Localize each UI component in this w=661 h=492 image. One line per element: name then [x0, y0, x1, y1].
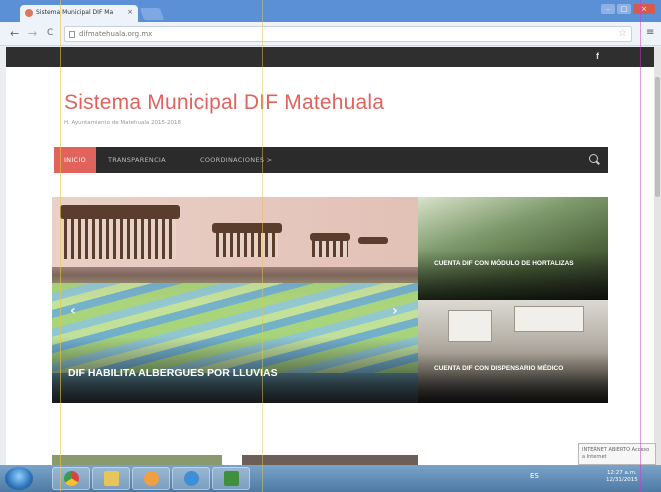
card-shade [418, 353, 608, 403]
reload-button[interactable]: C [47, 28, 53, 38]
window-close-button[interactable]: × [633, 4, 655, 14]
taskbar-app-excel[interactable] [212, 467, 250, 490]
bookmark-star-icon[interactable]: ☆ [618, 28, 627, 39]
bed-headboard-slats [216, 233, 278, 257]
system-clock[interactable]: 12:27 a.m. 12/31/2015 [606, 470, 638, 484]
featured-slider[interactable]: ‹ › DIF HABILITA ALBERGUES POR LLUVIAS [52, 197, 418, 403]
card-shade [418, 250, 608, 300]
clock-time: 12:27 a.m. [606, 470, 637, 476]
site-title[interactable]: Sistema Municipal DIF Matehuala [64, 91, 384, 115]
maximize-button[interactable]: □ [617, 4, 631, 14]
cabinet [448, 310, 492, 342]
page-viewport: f Sistema Municipal DIF Matehuala H. Ayu… [6, 47, 654, 465]
clock-date: 12/31/2015 [606, 477, 638, 483]
scan-artifact-line [640, 0, 641, 492]
nav-item-transparencia[interactable]: TRANSPARENCIA [108, 147, 166, 173]
back-button[interactable]: ← [10, 27, 19, 40]
forward-button[interactable]: → [28, 27, 37, 40]
side-card-dispensario[interactable]: CUENTA DIF CON DISPENSARIO MÉDICO [418, 300, 608, 403]
browser-menu-icon[interactable]: ≡ [646, 27, 654, 38]
bed-headboard [212, 223, 282, 233]
folder-icon [104, 471, 119, 486]
window-controls: – □ × [601, 4, 655, 14]
windows-taskbar: ES 12:27 a.m. 12/31/2015 [0, 465, 661, 492]
favicon-icon [25, 9, 33, 17]
search-icon[interactable] [589, 154, 598, 163]
media-player-icon [144, 471, 159, 486]
bed-headboard [310, 233, 350, 241]
taskbar-app-media[interactable] [132, 467, 170, 490]
slide-caption[interactable]: DIF HABILITA ALBERGUES POR LLUVIAS [68, 367, 278, 379]
internet-explorer-icon [184, 471, 199, 486]
news-thumbnail[interactable] [242, 455, 418, 465]
tray-tooltip: INTERNET ABIERTO Acceso a Internet [578, 443, 656, 465]
news-thumbnails [52, 455, 418, 465]
start-button[interactable] [5, 467, 33, 490]
cabinet [514, 306, 584, 332]
new-tab-button[interactable] [139, 8, 165, 20]
taskbar-app-ie[interactable] [172, 467, 210, 490]
url-text: difmatehuala.org.mx [79, 30, 153, 38]
language-indicator[interactable]: ES [530, 472, 539, 480]
tab-title: Sistema Municipal DIF Ma [36, 9, 114, 16]
slider-next-arrow[interactable]: › [392, 303, 398, 319]
tab-close-icon[interactable]: × [127, 8, 133, 16]
facebook-icon[interactable]: f [596, 51, 599, 61]
site-top-bar: f [6, 47, 654, 67]
browser-tab[interactable]: Sistema Municipal DIF Ma × [20, 5, 138, 22]
bed-headboard [60, 205, 180, 219]
minimize-button[interactable]: – [601, 4, 615, 14]
main-navigation: INICIO TRANSPARENCIA COORDINACIONES > [54, 147, 608, 173]
taskbar-app-chrome[interactable] [52, 467, 90, 490]
side-card-caption: CUENTA DIF CON MÓDULO DE HORTALIZAS [434, 260, 574, 267]
slider-prev-arrow[interactable]: ‹ [70, 303, 76, 319]
scrollbar-thumb[interactable] [655, 77, 660, 197]
scan-artifact-line [60, 0, 61, 492]
side-card-hortalizas[interactable]: CUENTA DIF CON MÓDULO DE HORTALIZAS [418, 197, 608, 300]
excel-icon [224, 471, 239, 486]
bed-headboard [358, 237, 388, 244]
bed-headboard-slats [312, 241, 348, 257]
chrome-icon [64, 471, 79, 486]
bed-headboard-slats [64, 219, 176, 259]
page-scrollbar[interactable] [654, 47, 661, 465]
address-bar[interactable]: difmatehuala.org.mx ☆ [64, 26, 632, 42]
site-tagline: H. Ayuntamiento de Matehuala 2015-2018 [64, 120, 181, 126]
taskbar-app-explorer[interactable] [92, 467, 130, 490]
browser-tab-strip: Sistema Municipal DIF Ma × – □ × [0, 0, 661, 22]
browser-toolbar: ← → C difmatehuala.org.mx ☆ ≡ [0, 22, 661, 46]
side-card-caption: CUENTA DIF CON DISPENSARIO MÉDICO [434, 365, 564, 372]
scan-artifact-line [262, 0, 263, 492]
page-icon [69, 31, 75, 38]
news-thumbnail[interactable] [52, 455, 222, 465]
